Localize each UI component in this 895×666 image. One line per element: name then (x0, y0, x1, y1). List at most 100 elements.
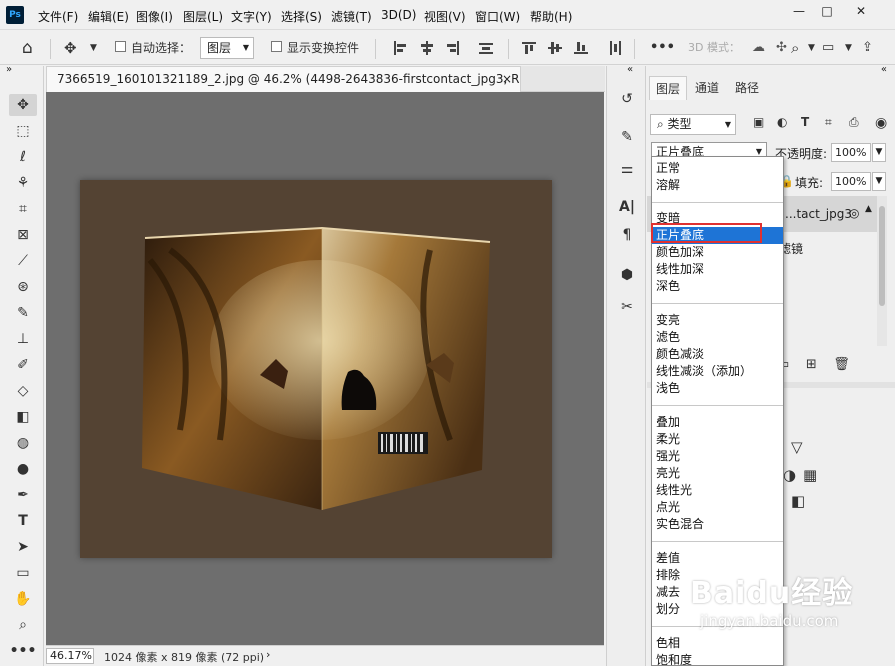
close-window-button[interactable]: ✕ (848, 2, 874, 20)
minimize-button[interactable]: — (786, 2, 812, 20)
3d-panel-icon[interactable]: ⬢ (615, 264, 639, 286)
move-tool-icon[interactable]: ✥ (64, 39, 77, 57)
menu-window[interactable]: 窗口(W) (475, 8, 520, 25)
collapse-panel-icon[interactable]: « (881, 64, 887, 75)
tab-channels[interactable]: 通道 (689, 76, 725, 100)
menu-help[interactable]: 帮助(H) (530, 8, 572, 25)
align-bottom-icon[interactable] (574, 41, 588, 55)
filter-type-icon[interactable]: T (801, 115, 809, 129)
filter-smart-object-icon[interactable]: ⎙ (849, 115, 859, 130)
marquee-tool-icon[interactable]: ⬚ (9, 120, 37, 142)
expand-panels-icon[interactable]: « (627, 64, 633, 75)
frame-tool-icon[interactable]: ⊠ (9, 224, 37, 246)
blend-option-soft-light[interactable]: 柔光 (652, 431, 783, 448)
paragraph-panel-icon[interactable]: ¶ (615, 224, 639, 246)
magic-wand-tool-icon[interactable]: ⚘ (9, 172, 37, 194)
share-icon[interactable]: ⇪ (862, 39, 873, 57)
chevron-down-icon[interactable]: ▼ (845, 39, 852, 57)
history-panel-icon[interactable]: ↺ (615, 88, 639, 110)
stamp-tool-icon[interactable]: ⊥ (9, 328, 37, 350)
blend-option-linear-dodge[interactable]: 线性减淡（添加） (652, 363, 783, 380)
collapse-toolbar-icon[interactable]: » (6, 64, 12, 75)
move-tool-icon[interactable]: ✥ (9, 94, 37, 116)
menu-view[interactable]: 视图(V) (424, 8, 466, 25)
blur-tool-icon[interactable]: ◍ (9, 432, 37, 454)
triangle-adjustment-icon[interactable]: ▽ (791, 438, 803, 456)
blend-option-normal[interactable]: 正常 (652, 160, 783, 177)
chevron-down-icon[interactable]: ▼ (872, 143, 886, 162)
status-menu-icon[interactable]: › (266, 648, 270, 661)
maximize-button[interactable]: □ (814, 2, 840, 20)
blend-option-linear-burn[interactable]: 线性加深 (652, 261, 783, 278)
blend-option-screen[interactable]: 滤色 (652, 329, 783, 346)
rectangle-tool-icon[interactable]: ▭ (9, 562, 37, 584)
blend-option-dissolve[interactable]: 溶解 (652, 177, 783, 194)
menu-select[interactable]: 选择(S) (281, 8, 322, 25)
chevron-up-icon[interactable]: ▲ (865, 204, 872, 214)
document-tab[interactable]: 7366519_160101321189_2.jpg @ 46.2% (4498… (46, 66, 521, 92)
brush-tool-icon[interactable]: ✎ (9, 302, 37, 324)
blend-option-saturation[interactable]: 饱和度 (652, 652, 783, 665)
show-transform-checkbox[interactable] (271, 41, 282, 52)
align-middle-v-icon[interactable] (548, 41, 562, 55)
lasso-tool-icon[interactable]: ℓ (9, 146, 37, 168)
eraser-tool-icon[interactable]: ◇ (9, 380, 37, 402)
zoom-level-field[interactable]: 46.17% (46, 648, 94, 664)
workspace-icon[interactable]: ▭ (822, 39, 834, 57)
canvas-area[interactable] (46, 92, 604, 645)
pen-tool-icon[interactable]: ✒ (9, 484, 37, 506)
tab-paths[interactable]: 路径 (729, 76, 765, 100)
menu-filter[interactable]: 滤镜(T) (331, 8, 372, 25)
distribute-icon[interactable] (479, 41, 493, 55)
tool-presets-icon[interactable]: ✂ (615, 296, 639, 318)
blend-option-linear-light[interactable]: 线性光 (652, 482, 783, 499)
document-canvas[interactable] (80, 180, 552, 558)
gradient-map-icon[interactable]: ◧ (791, 492, 805, 510)
menu-3d[interactable]: 3D(D) (381, 8, 416, 22)
auto-select-target-select[interactable]: 图层 ▼ (200, 37, 254, 59)
distribute-v-icon[interactable] (608, 41, 622, 55)
align-top-icon[interactable] (522, 41, 536, 55)
close-tab-icon[interactable]: × (502, 67, 512, 91)
hand-tool-icon[interactable]: ✋ (9, 588, 37, 610)
align-center-h-icon[interactable] (420, 41, 434, 55)
blend-option-lighten[interactable]: 变亮 (652, 312, 783, 329)
menu-file[interactable]: 文件(F) (38, 8, 78, 25)
rotate-3d-icon[interactable]: ✣ (776, 39, 787, 57)
crop-tool-icon[interactable]: ⌗ (9, 198, 37, 220)
blend-option-hard-light[interactable]: 强光 (652, 448, 783, 465)
grid-adjustment-icon[interactable]: ▦ (803, 466, 817, 484)
scrollbar-thumb[interactable] (879, 206, 885, 306)
dodge-tool-icon[interactable]: ● (9, 458, 37, 480)
brush-settings-icon[interactable]: ⚌ (615, 158, 639, 180)
filter-toggle-icon[interactable]: ◉ (875, 115, 887, 131)
type-tool-icon[interactable]: T (9, 510, 37, 532)
more-options-icon[interactable]: ••• (650, 39, 675, 57)
blend-option-overlay[interactable]: 叠加 (652, 414, 783, 431)
menu-type[interactable]: 文字(Y) (231, 8, 272, 25)
color-balance-icon[interactable]: ◑ (783, 466, 796, 484)
filter-shape-icon[interactable]: ⌗ (825, 115, 832, 130)
tab-layers[interactable]: 图层 (649, 76, 688, 100)
chevron-down-icon[interactable]: ▼ (90, 39, 97, 57)
history-brush-tool-icon[interactable]: ✐ (9, 354, 37, 376)
search-icon[interactable]: ⌕ (791, 39, 799, 57)
blend-option-vivid-light[interactable]: 亮光 (652, 465, 783, 482)
blend-option-hard-mix[interactable]: 实色混合 (652, 516, 783, 533)
blend-option-hue[interactable]: 色相 (652, 635, 783, 652)
blend-option-difference[interactable]: 差值 (652, 550, 783, 567)
delete-layer-icon[interactable]: 🗑 (833, 357, 850, 372)
more-tools-icon[interactable]: ••• (9, 640, 37, 662)
path-select-tool-icon[interactable]: ➤ (9, 536, 37, 558)
healing-tool-icon[interactable]: ⊛ (9, 276, 37, 298)
eyedropper-tool-icon[interactable]: ⟋ (9, 250, 37, 272)
character-panel-icon[interactable]: A| (615, 196, 639, 218)
zoom-tool-icon[interactable]: ⌕ (9, 614, 37, 636)
home-icon[interactable]: ⌂ (22, 39, 33, 57)
blend-option-lighter-color[interactable]: 浅色 (652, 380, 783, 397)
fill-field[interactable]: 100% (831, 172, 871, 191)
auto-select-checkbox[interactable] (115, 41, 126, 52)
blend-option-color-dodge[interactable]: 颜色减淡 (652, 346, 783, 363)
align-right-icon[interactable] (446, 41, 460, 55)
menu-edit[interactable]: 编辑(E) (88, 8, 129, 25)
